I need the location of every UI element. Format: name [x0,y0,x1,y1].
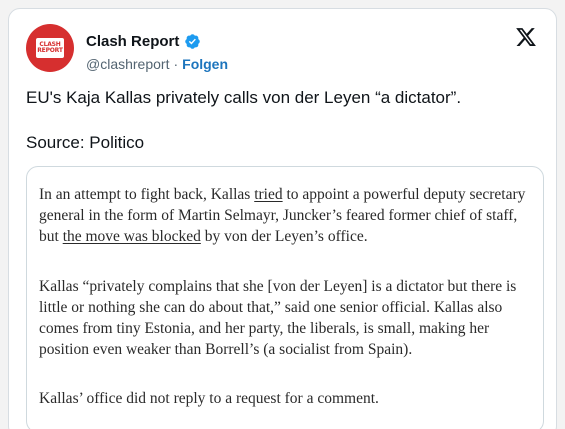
post-source-text: Source: Politico [26,133,145,152]
article-line: position even weaker than Borrell’s (a s… [39,341,413,358]
author-row: Clash Report [86,33,201,50]
handle-separator: · [173,56,179,72]
article-screenshot[interactable]: In an attempt to fight back, Kallas trie… [26,166,544,429]
post-text: EU's Kaja Kallas privately calls von der… [26,88,462,107]
article-line: comes from tiny Estonia, and her party, … [39,320,490,337]
follow-button[interactable]: Folgen [182,56,228,72]
page: CLASH REPORT Clash Report @clashreport ·… [0,0,565,429]
article-line: Kallas’ office did not reply to a reques… [39,390,379,407]
article-paragraph-3: Kallas’ office did not reply to a reques… [39,388,379,409]
article-paragraph-2: Kallas “privately complains that she [vo… [39,276,516,360]
article-text: to appoint a powerful deputy secretary [282,186,526,203]
avatar-logo: CLASH REPORT [36,38,64,58]
article-line: Kallas “privately complains that she [vo… [39,278,517,295]
handle-row: @clashreport · Folgen [86,56,228,72]
x-logo-icon[interactable] [515,26,537,48]
article-line: little or nothing she can do about that,… [39,299,503,316]
article-line: general in the form of Martin Selmayr, J… [39,207,518,224]
article-link-tried: tried [254,186,283,203]
article-text: but [39,228,63,245]
article-line: In an attempt to fight back, Kallas trie… [39,184,525,205]
article-text: by von der Leyen’s office. [200,228,368,245]
article-paragraph-1: In an attempt to fight back, Kallas trie… [39,184,525,247]
author-handle[interactable]: @clashreport [86,56,169,72]
article-text: In an attempt to fight back, Kallas [39,186,255,203]
avatar-text-bottom: REPORT [37,47,63,54]
article-link-move-blocked: the move was blocked [62,228,201,245]
article-line: but the move was blocked by von der Leye… [39,226,525,247]
post-card[interactable]: CLASH REPORT Clash Report @clashreport ·… [8,8,557,429]
author-name[interactable]: Clash Report [86,33,179,50]
verified-badge-icon [184,33,201,50]
avatar[interactable]: CLASH REPORT [26,24,74,72]
